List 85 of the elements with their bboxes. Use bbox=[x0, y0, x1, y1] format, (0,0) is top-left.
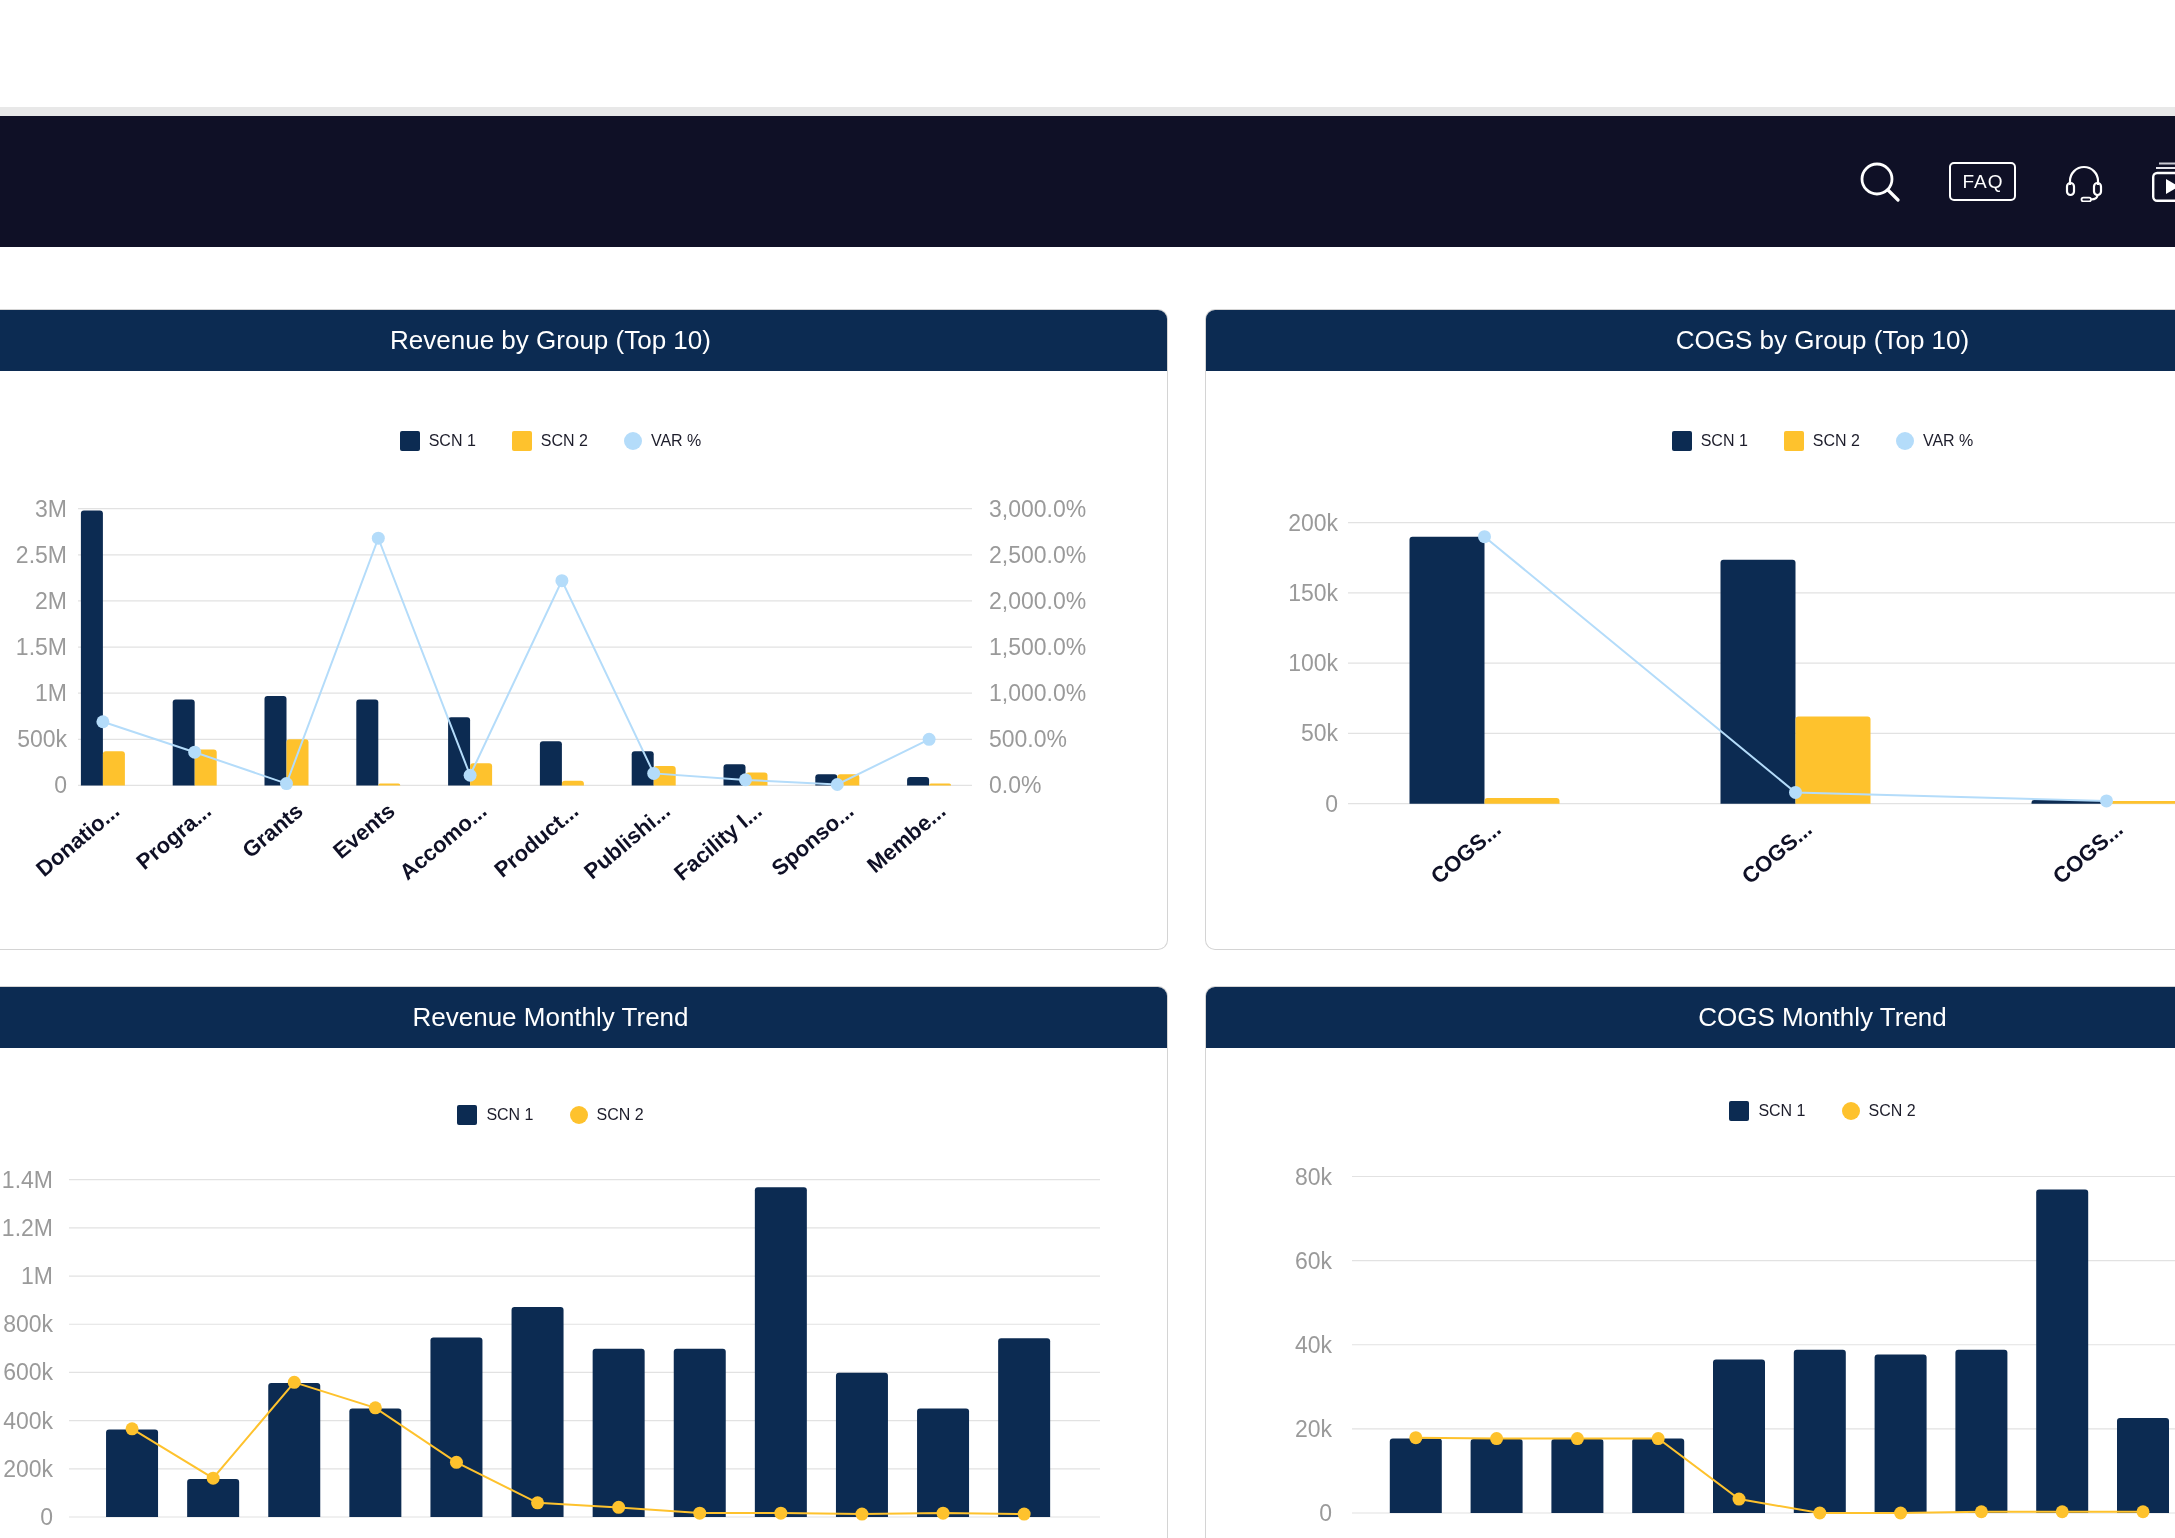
y-axis-label: 1M bbox=[35, 680, 67, 707]
data-point bbox=[1813, 1506, 1827, 1520]
data-point bbox=[612, 1500, 626, 1514]
y-axis-label: 400k bbox=[3, 1407, 53, 1434]
y-axis-label: 0 bbox=[40, 1504, 53, 1530]
y-axis-label: 600k bbox=[3, 1359, 53, 1386]
y-axis-label: 0.0% bbox=[989, 772, 1042, 799]
data-point bbox=[531, 1496, 545, 1510]
data-point bbox=[280, 777, 293, 791]
legend-label: SCN 1 bbox=[1700, 432, 1748, 450]
y-axis-label: 1,000.0% bbox=[989, 680, 1087, 707]
data-point bbox=[855, 1507, 869, 1521]
legend-label: SCN 1 bbox=[486, 1106, 534, 1124]
legend-label: VAR % bbox=[1922, 432, 1974, 450]
faq-button[interactable]: FAQ bbox=[1949, 162, 2016, 201]
data-point bbox=[1732, 1492, 1746, 1506]
play-stack-icon[interactable] bbox=[2152, 161, 2175, 202]
legend-label: SCN 2 bbox=[1868, 1102, 1916, 1120]
data-point bbox=[693, 1506, 707, 1520]
y-axis-label: 200k bbox=[3, 1455, 53, 1482]
y-axis-label: 0 bbox=[54, 772, 67, 799]
data-point bbox=[830, 778, 844, 791]
data-point bbox=[936, 1506, 950, 1520]
legend-label: SCN 1 bbox=[428, 432, 476, 450]
data-point bbox=[2055, 1505, 2069, 1519]
y-axis-label: 50k bbox=[1300, 720, 1338, 747]
y-axis-label: 1M bbox=[21, 1263, 53, 1290]
data-point bbox=[1478, 530, 1491, 544]
data-point bbox=[2100, 794, 2113, 808]
y-axis-label: 0 bbox=[1325, 790, 1338, 817]
data-point bbox=[1017, 1507, 1031, 1521]
data-point bbox=[96, 715, 110, 729]
data-point bbox=[647, 766, 661, 780]
card-title: COGS Monthly Trend bbox=[1698, 1002, 1947, 1033]
data-point bbox=[774, 1506, 788, 1520]
legend-label: SCN 2 bbox=[540, 432, 588, 450]
y-axis-label: 1.5M bbox=[15, 634, 67, 661]
data-point bbox=[287, 1375, 301, 1389]
data-point bbox=[371, 531, 385, 545]
data-point bbox=[1894, 1506, 1908, 1520]
data-point bbox=[206, 1471, 220, 1485]
data-point bbox=[1651, 1432, 1665, 1446]
data-point bbox=[125, 1422, 139, 1436]
y-axis-label: 60k bbox=[1294, 1247, 1332, 1274]
data-point bbox=[922, 732, 936, 746]
y-axis-label: 100k bbox=[1288, 650, 1338, 677]
y-axis-label: 2.5M bbox=[15, 541, 67, 568]
y-axis-label: 500.0% bbox=[989, 726, 1067, 753]
y-axis-label: 200k bbox=[1288, 509, 1338, 536]
y-axis-label: 1,500.0% bbox=[989, 634, 1087, 661]
y-axis-label: 80k bbox=[1294, 1163, 1332, 1190]
data-point bbox=[1974, 1505, 1988, 1519]
y-axis-label: 1.2M bbox=[1, 1214, 53, 1241]
data-point bbox=[449, 1455, 463, 1469]
y-axis-label: 2,500.0% bbox=[989, 541, 1087, 568]
data-point bbox=[368, 1401, 382, 1415]
legend-label: SCN 2 bbox=[596, 1106, 644, 1124]
legend-label: SCN 1 bbox=[1758, 1102, 1806, 1120]
card-title: COGS by Group (Top 10) bbox=[1675, 325, 1970, 356]
data-point bbox=[555, 574, 569, 588]
y-axis-label: 40k bbox=[1294, 1331, 1332, 1358]
data-point bbox=[1409, 1431, 1423, 1445]
data-point bbox=[739, 773, 752, 787]
y-axis-label: 1.4M bbox=[1, 1166, 53, 1193]
y-axis-label: 20k bbox=[1294, 1415, 1332, 1442]
data-point bbox=[463, 768, 477, 782]
y-axis-label: 500k bbox=[17, 726, 67, 753]
y-axis-label: 3M bbox=[35, 495, 67, 522]
y-axis-label: 150k bbox=[1288, 579, 1338, 606]
card-title: Revenue by Group (Top 10) bbox=[390, 325, 711, 356]
y-axis-label: 800k bbox=[3, 1311, 53, 1338]
y-axis-label: 3,000.0% bbox=[989, 495, 1087, 522]
legend-label: VAR % bbox=[650, 432, 702, 450]
card-title: Revenue Monthly Trend bbox=[412, 1002, 689, 1033]
data-point bbox=[1789, 785, 1802, 799]
data-point bbox=[1490, 1432, 1504, 1446]
legend-label: SCN 2 bbox=[1812, 432, 1860, 450]
y-axis-label: 2M bbox=[35, 587, 67, 614]
data-point bbox=[2136, 1505, 2150, 1519]
data-point bbox=[188, 745, 202, 759]
data-point bbox=[1570, 1432, 1584, 1446]
y-axis-label: 0 bbox=[1319, 1500, 1332, 1526]
search-icon[interactable] bbox=[1860, 161, 1900, 202]
chart-bar bbox=[187, 1478, 240, 1517]
y-axis-label: 2,000.0% bbox=[989, 587, 1087, 614]
